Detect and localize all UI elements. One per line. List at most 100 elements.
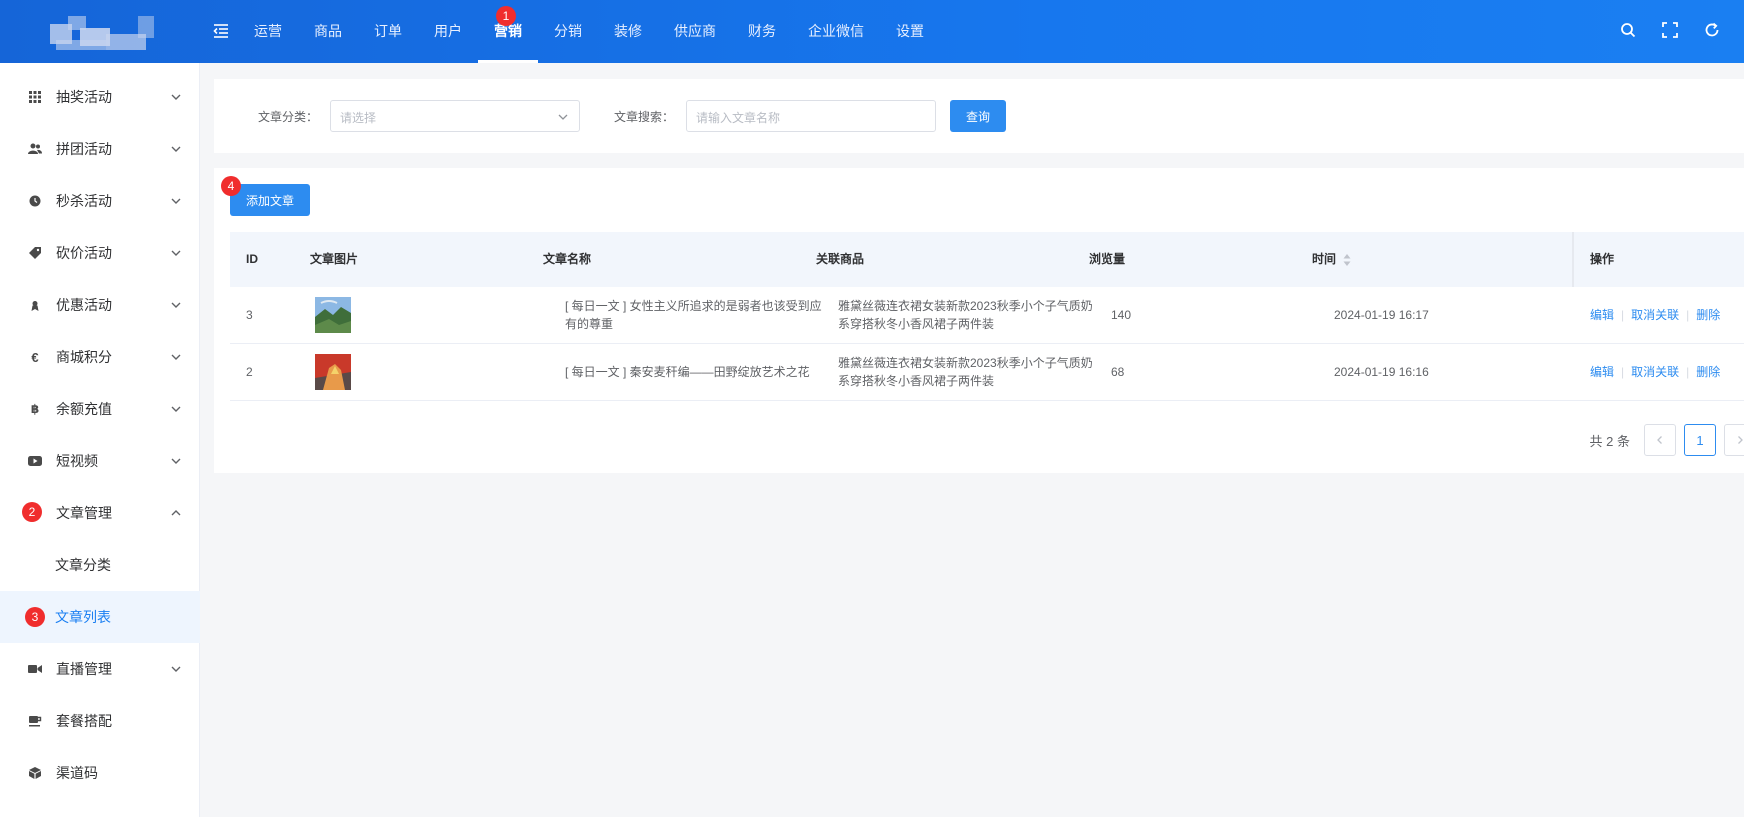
nav-item-users[interactable]: 用户 bbox=[418, 0, 478, 63]
sidebar-item-channel-code[interactable]: 渠道码 bbox=[0, 747, 200, 799]
sidebar-item-label: 砍价活动 bbox=[56, 245, 112, 261]
prev-page-button[interactable] bbox=[1644, 424, 1676, 456]
sidebar-item-label: 优惠活动 bbox=[56, 297, 112, 313]
page-button-1[interactable]: 1 bbox=[1684, 424, 1716, 456]
cell-product-line-1: 雅黛丝薇连衣裙女装新款2023秋季小个子气质奶 bbox=[838, 299, 1093, 313]
nav-item-suppliers[interactable]: 供应商 bbox=[658, 0, 732, 63]
sidebar-item-group-buy[interactable]: 拼团活动 bbox=[0, 123, 200, 175]
chevron-down-icon bbox=[171, 458, 181, 464]
sidebar-item-bargain[interactable]: 砍价活动 bbox=[0, 227, 200, 279]
sidebar-item-label: 短视频 bbox=[56, 453, 98, 469]
tag-icon bbox=[28, 246, 42, 260]
article-search-input[interactable]: 请输入文章名称 bbox=[686, 100, 936, 132]
chevron-down-icon bbox=[171, 198, 181, 204]
logo bbox=[46, 10, 158, 56]
bitcoin-icon: ฿ bbox=[30, 402, 40, 416]
cell-product-line-1: 雅黛丝薇连衣裙女装新款2023秋季小个子气质奶 bbox=[838, 356, 1093, 370]
search-panel: 文章分类： 请选择 文章搜索： 请输入文章名称 查询 bbox=[214, 79, 1744, 153]
next-page-button[interactable] bbox=[1724, 424, 1744, 456]
column-header-time[interactable]: 时间 bbox=[1312, 232, 1336, 287]
column-header-title: 文章名称 bbox=[543, 252, 592, 266]
table-header: ID 文章图片 文章名称 关联商品 浏览量 时间 操作 bbox=[230, 232, 1744, 287]
grid-icon bbox=[28, 90, 42, 104]
sidebar-item-recharge[interactable]: ฿ 余额充值 bbox=[0, 383, 200, 435]
chevron-down-icon bbox=[171, 94, 181, 100]
chevron-left-icon bbox=[1657, 436, 1662, 444]
nav-item-distribution[interactable]: 分销 bbox=[538, 0, 598, 63]
top-tools bbox=[1618, 20, 1722, 40]
sidebar-item-lottery[interactable]: 抽奖活动 bbox=[0, 71, 200, 123]
category-filter-label: 文章分类： bbox=[258, 110, 319, 124]
clock-icon bbox=[28, 194, 42, 208]
sidebar-item-label: 商城积分 bbox=[56, 349, 112, 365]
sidebar-item-label: 抽奖活动 bbox=[56, 89, 112, 105]
unlink-link[interactable]: 取消关联 bbox=[1631, 308, 1679, 322]
cube-icon bbox=[28, 766, 42, 780]
nav-item-operations[interactable]: 运营 bbox=[238, 0, 298, 63]
add-article-button[interactable]: 添加文章 bbox=[230, 184, 310, 216]
cell-title: [ 每日一文 ] 秦安麦秆编——田野绽放艺术之花 bbox=[565, 365, 810, 379]
sidebar-item-label: 文章列表 bbox=[55, 609, 111, 625]
edit-link[interactable]: 编辑 bbox=[1590, 365, 1614, 379]
sidebar-item-discount[interactable]: 优惠活动 bbox=[0, 279, 200, 331]
category-select[interactable]: 请选择 bbox=[330, 100, 580, 132]
sidebar-item-flash-sale[interactable]: 秒杀活动 bbox=[0, 175, 200, 227]
sidebar-item-points[interactable]: € 商城积分 bbox=[0, 331, 200, 383]
users-icon bbox=[28, 142, 42, 156]
nav-item-finance[interactable]: 财务 bbox=[732, 0, 792, 63]
sidebar-item-label: 文章管理 bbox=[56, 505, 112, 521]
query-button[interactable]: 查询 bbox=[950, 100, 1006, 132]
step-marker-2: 2 bbox=[22, 502, 42, 522]
chevron-down-icon bbox=[171, 302, 181, 308]
article-table-panel: 添加文章 ID 文章图片 文章名称 关联商品 浏览量 时间 操作 3 [ 每日一… bbox=[214, 168, 1744, 473]
chevron-down-icon bbox=[171, 666, 181, 672]
nav-item-settings[interactable]: 设置 bbox=[880, 0, 940, 63]
gift-icon bbox=[28, 298, 42, 312]
euro-icon: € bbox=[31, 349, 39, 365]
cell-product-line-2: 系穿搭秋冬小香风裙子两件装 bbox=[838, 317, 995, 331]
sidebar-item-label: 余额充值 bbox=[56, 401, 112, 417]
article-thumbnail bbox=[315, 297, 351, 333]
menu-toggle-icon[interactable] bbox=[212, 22, 230, 40]
search-icon[interactable] bbox=[1618, 20, 1638, 40]
sidebar-item-short-video[interactable]: 短视频 bbox=[0, 435, 200, 487]
refresh-icon[interactable] bbox=[1702, 20, 1722, 40]
delete-link[interactable]: 删除 bbox=[1696, 308, 1720, 322]
cell-views: 140 bbox=[1111, 308, 1132, 322]
step-marker-3: 3 bbox=[25, 607, 45, 627]
sidebar: 抽奖活动 拼团活动 秒杀活动 砍价活动 优惠活动 € 商城积分 ฿ 余额充值 短… bbox=[0, 63, 200, 817]
article-search-placeholder: 请输入文章名称 bbox=[696, 111, 781, 125]
delete-link[interactable]: 删除 bbox=[1696, 365, 1720, 379]
nav-item-decoration[interactable]: 装修 bbox=[598, 0, 658, 63]
nav-item-wecom[interactable]: 企业微信 bbox=[792, 0, 880, 63]
nav-item-orders[interactable]: 订单 bbox=[358, 0, 418, 63]
youtube-icon bbox=[28, 454, 42, 468]
sidebar-item-live[interactable]: 直播管理 bbox=[0, 643, 200, 695]
fixed-column-divider bbox=[1572, 232, 1574, 287]
chevron-up-icon bbox=[171, 510, 181, 516]
top-bar: 运营 商品 订单 用户 营销 分销 装修 供应商 财务 企业微信 设置 bbox=[0, 0, 1744, 63]
cell-time: 2024-01-19 16:16 bbox=[1334, 365, 1429, 379]
top-nav: 运营 商品 订单 用户 营销 分销 装修 供应商 财务 企业微信 设置 bbox=[238, 0, 940, 63]
video-camera-icon bbox=[28, 662, 42, 676]
unlink-link[interactable]: 取消关联 bbox=[1631, 365, 1679, 379]
sidebar-item-label: 拼团活动 bbox=[56, 141, 112, 157]
fullscreen-icon[interactable] bbox=[1660, 20, 1680, 40]
chevron-down-icon bbox=[171, 146, 181, 152]
sidebar-item-label: 渠道码 bbox=[56, 765, 98, 781]
sort-icon[interactable] bbox=[1343, 253, 1351, 267]
step-marker-1: 1 bbox=[496, 6, 516, 26]
column-header-actions: 操作 bbox=[1590, 252, 1615, 266]
nav-item-products[interactable]: 商品 bbox=[298, 0, 358, 63]
cell-actions: 编辑 | 取消关联 | 删除 bbox=[1590, 365, 1721, 379]
coffee-icon bbox=[28, 714, 42, 728]
sidebar-item-article-category[interactable]: 文章分类 bbox=[0, 539, 200, 591]
step-marker-4: 4 bbox=[221, 176, 241, 196]
cell-id: 3 bbox=[246, 308, 253, 322]
cell-actions: 编辑 | 取消关联 | 删除 bbox=[1590, 308, 1721, 322]
edit-link[interactable]: 编辑 bbox=[1590, 308, 1614, 322]
sidebar-item-bundle[interactable]: 套餐搭配 bbox=[0, 695, 200, 747]
table-row: 3 [ 每日一文 ] 女性主义所追求的是弱者也该受到应 有的尊重 雅黛丝薇连衣裙… bbox=[230, 287, 1744, 344]
cell-time: 2024-01-19 16:17 bbox=[1334, 308, 1429, 322]
column-header-product: 关联商品 bbox=[816, 252, 865, 266]
